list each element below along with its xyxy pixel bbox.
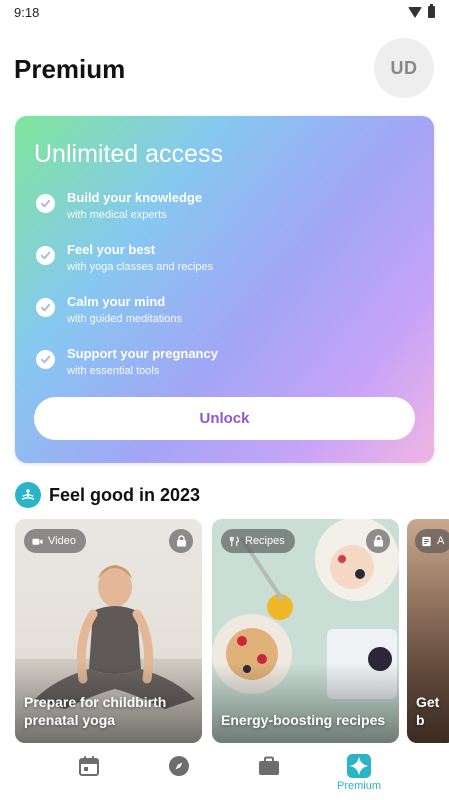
feature-item: Support your pregnancy with essential to… <box>34 344 414 384</box>
page-title: Premium <box>14 54 126 84</box>
avatar[interactable]: UD <box>374 38 434 98</box>
header: Premium UD <box>0 36 449 100</box>
nav-label-premium: Premium <box>336 780 381 792</box>
status-bar: 9:18 <box>0 0 449 26</box>
tag-label: Video <box>48 535 76 547</box>
compass-icon <box>169 756 189 776</box>
briefcase-icon <box>259 756 279 775</box>
content-type-tag: Video <box>24 529 86 553</box>
lock-icon <box>366 529 390 553</box>
status-icons <box>408 4 435 18</box>
check-icon <box>36 298 55 317</box>
tag-label: Recipes <box>245 535 285 547</box>
nav-item-premium[interactable]: Premium <box>314 748 404 800</box>
bottom-navigation: Premium <box>0 748 449 800</box>
check-icon <box>36 246 55 265</box>
section-title: Feel good in 2023 <box>49 485 201 505</box>
video-icon <box>32 538 43 545</box>
content-card[interactable]: Recipes Energy-boosting recipes <box>212 519 399 743</box>
fork-knife-icon <box>229 536 239 546</box>
feature-subtitle: with guided meditations <box>67 313 182 325</box>
content-type-tag: Recipes <box>221 529 295 553</box>
calendar-icon <box>79 756 99 776</box>
check-icon <box>36 350 55 369</box>
check-icon <box>36 194 55 213</box>
feature-subtitle: with medical experts <box>67 209 167 221</box>
promo-title: Unlimited access <box>34 140 223 168</box>
sparkle-icon <box>347 754 371 778</box>
nav-item-explore[interactable] <box>134 748 224 800</box>
content-card[interactable]: Video Prepare for childbirth prenatal yo… <box>15 519 202 743</box>
content-card[interactable]: A Get b <box>407 519 449 743</box>
card-title: Energy-boosting recipes <box>221 712 386 728</box>
section-header: Feel good in 2023 <box>15 482 435 508</box>
feature-subtitle: with essential tools <box>67 365 160 377</box>
tag-label: A <box>437 535 445 547</box>
meditation-icon <box>15 482 41 508</box>
battery-icon <box>428 4 435 18</box>
feature-title: Calm your mind <box>67 294 166 309</box>
content-type-tag: A <box>415 529 449 553</box>
premium-promo-card: Unlimited access Build your knowledge wi… <box>15 116 434 463</box>
status-time: 9:18 <box>14 5 40 20</box>
article-icon <box>422 536 431 546</box>
wifi-icon <box>408 6 422 18</box>
feature-item: Calm your mind with guided meditations <box>34 292 414 332</box>
feature-item: Feel your best with yoga classes and rec… <box>34 240 414 280</box>
card-title: Get b <box>416 694 440 728</box>
feature-subtitle: with yoga classes and recipes <box>67 261 214 273</box>
nav-item-calendar[interactable] <box>44 748 134 800</box>
feature-title: Build your knowledge <box>67 190 203 205</box>
feature-item: Build your knowledge with medical expert… <box>34 188 414 228</box>
feature-title: Feel your best <box>67 242 156 257</box>
nav-item-tools[interactable] <box>224 748 314 800</box>
feature-title: Support your pregnancy <box>67 346 218 361</box>
unlock-button[interactable]: Unlock <box>34 397 415 440</box>
card-shade <box>212 663 399 743</box>
lock-icon <box>169 529 193 553</box>
card-title: Prepare for childbirth prenatal yoga <box>24 694 167 728</box>
content-carousel[interactable]: Video Prepare for childbirth prenatal yo… <box>15 519 449 743</box>
